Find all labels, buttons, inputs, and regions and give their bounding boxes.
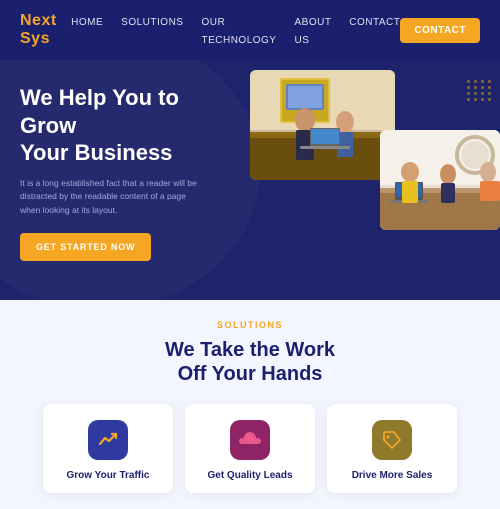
nav-about[interactable]: ABOUT US [294,17,331,46]
hero-image-main [250,70,395,180]
solutions-heading: We Take the Work Off Your Hands [20,338,480,386]
nav-contact-link[interactable]: CONTACT [349,17,400,28]
solutions-label: SOLUTIONS [20,320,480,330]
card-title-leads: Get Quality Leads [197,470,303,481]
solutions-section: SOLUTIONS We Take the Work Off Your Hand… [0,300,500,509]
nav-technology[interactable]: OUR TECHNOLOGY [201,17,276,46]
card-traffic: Grow Your Traffic [43,404,173,493]
card-icon-traffic [88,420,128,460]
card-icon-leads [230,420,270,460]
hero-images [240,60,500,300]
hero-cta-button[interactable]: GET STARTED NOW [20,233,151,261]
card-leads: Get Quality Leads [185,404,315,493]
hero-body: It is a long established fact that a rea… [20,177,200,218]
card-title-traffic: Grow Your Traffic [55,470,161,481]
brand-logo: Next Sys [20,12,71,48]
hero-section: We Help You to Grow Your Business It is … [0,60,500,300]
card-title-sales: Drive More Sales [339,470,445,481]
navbar: Next Sys HOME SOLUTIONS OUR TECHNOLOGY A… [0,0,500,60]
card-icon-sales [372,420,412,460]
hero-content: We Help You to Grow Your Business It is … [20,84,220,261]
hero-image-secondary [380,130,500,230]
cards-row: Grow Your Traffic Get Quality Leads Driv… [20,404,480,493]
nav-links: HOME SOLUTIONS OUR TECHNOLOGY ABOUT US C… [71,12,400,48]
hero-heading: We Help You to Grow Your Business [20,84,220,167]
nav-contact-button[interactable]: CONTACT [400,18,480,43]
card-sales: Drive More Sales [327,404,457,493]
nav-solutions[interactable]: SOLUTIONS [121,17,183,28]
nav-home[interactable]: HOME [71,17,103,28]
dots-decoration [467,80,492,101]
